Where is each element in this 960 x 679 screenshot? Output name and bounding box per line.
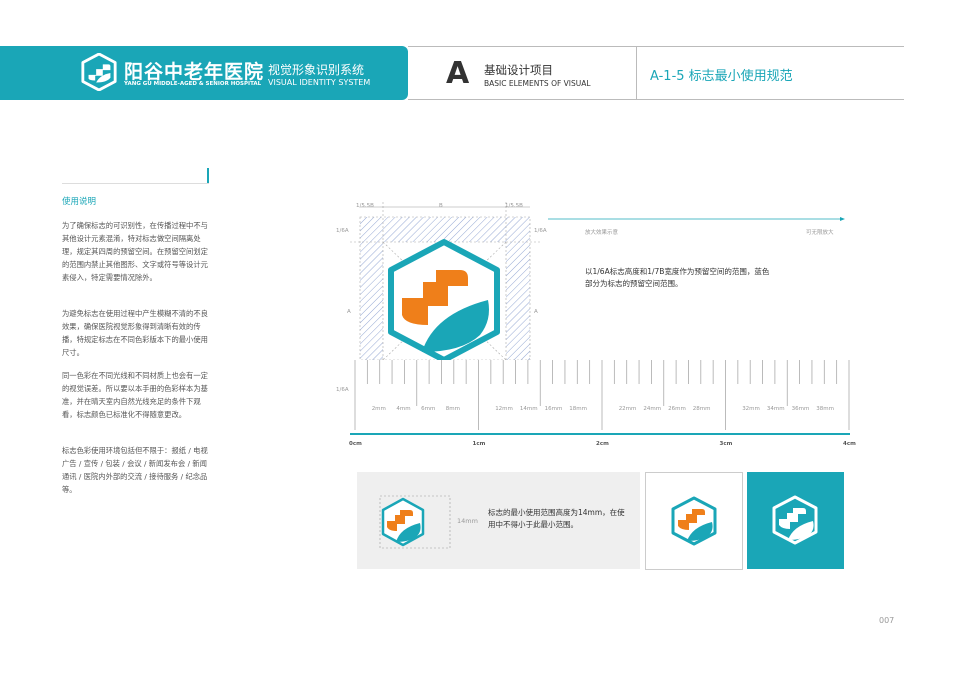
label-left-mid: A: [347, 309, 351, 315]
clearspace-note: 以1/6A标志高度和1/7B宽度作为预留空间的范围，蓝色部分为标志的预留空间范围…: [585, 267, 770, 288]
zoom-label-left: 放大效果示意: [585, 230, 619, 236]
usage-paragraph-4: 标志色彩使用环境包括但不限于：报纸 / 电视广告 / 宣传 / 包装 / 会议 …: [62, 446, 208, 494]
zoom-label-right: 可无限放大: [806, 230, 834, 236]
header-bottom-rule: [408, 99, 904, 100]
minsize-logo-icon: [379, 495, 451, 549]
minsize-note: 标志的最小使用范围高度为14mm，在使用中不得小于此最小范围。: [488, 508, 625, 529]
label-top-right: 1/5.5B: [505, 203, 523, 209]
header-top-rule: [408, 46, 904, 47]
column-rule: [62, 183, 209, 184]
usage-paragraph-1: 为了确保标志的可识别性，在传播过程中不与其他设计元素混淆，特对标志做空间隔离处理…: [62, 221, 208, 282]
vi-system-cn: 视觉形象识别系统: [268, 63, 365, 77]
ruler-mm-label: 28mm: [692, 406, 711, 412]
section-letter: A: [446, 56, 470, 91]
ruler-mm-label: 36mm: [791, 406, 810, 412]
logo-white-version: [645, 472, 743, 570]
ruler-mm-label: 2mm: [371, 406, 386, 412]
logo-reverse-icon: [772, 495, 818, 545]
column-accent-mark: [207, 168, 209, 183]
ruler-mm-label: 34mm: [766, 406, 785, 412]
ruler-mm-label: 16mm: [544, 406, 563, 412]
hospital-name-cn: 阳谷中老年医院: [124, 61, 265, 83]
logo-color-icon: [671, 496, 717, 546]
section-title-en: BASIC ELEMENTS OF VISUAL: [484, 79, 591, 88]
ruler-mm-label: 14mm: [519, 406, 538, 412]
ruler-mm-label: 38mm: [816, 406, 835, 412]
label-right-mid: A: [534, 309, 538, 315]
logo-teal-version: [747, 472, 844, 569]
label-right-top: 1/6A: [534, 228, 547, 234]
ruler-mm-label: 4mm: [396, 406, 411, 412]
ruler-mm-label: 22mm: [618, 406, 637, 412]
usage-title: 使用说明: [62, 197, 97, 207]
ruler-mm-label: 24mm: [643, 406, 662, 412]
usage-paragraph-2: 为避免标志在使用过程中产生模糊不清的不良效果，确保医院视觉形象得到清晰有效的传播…: [62, 309, 208, 357]
ruler-mm-label: 18mm: [569, 406, 588, 412]
ruler-cm-label: 2cm: [596, 441, 609, 447]
usage-paragraph-3: 同一色彩在不同光线和不同材质上也会有一定的视觉误差。所以要以本手册的色彩样本为基…: [62, 371, 208, 419]
ruler-mm-label: 26mm: [668, 406, 686, 412]
label-left-top: 1/6A: [336, 228, 349, 234]
minsize-height-label: 14mm: [457, 517, 478, 525]
ruler-mm-label: 32mm: [742, 406, 760, 412]
vi-system-en: VISUAL IDENTITY SYSTEM: [268, 78, 371, 87]
hospital-logo-icon: [81, 53, 117, 91]
hospital-name-en: YANG GU MIDDLE-AGED & SENIOR HOSPITAL: [124, 81, 262, 87]
label-top-left: 1/5.5B: [356, 203, 374, 209]
header-divider: [636, 46, 637, 100]
ruler-mm-label: 6mm: [421, 406, 436, 412]
page-code: A-1-5 标志最小使用规范: [650, 69, 793, 84]
section-title-cn: 基础设计项目: [484, 63, 553, 77]
ruler-mm-label: 12mm: [495, 406, 513, 412]
ruler-cm-label: 4cm: [843, 441, 856, 447]
ruler-cm-label: 1cm: [472, 441, 486, 447]
label-top-mid: B: [439, 203, 443, 209]
ruler-cm-label: 3cm: [719, 441, 733, 447]
page-number: 007: [879, 616, 895, 625]
label-left-bottom: 1/6A: [336, 387, 349, 393]
ruler-mm-label: 8mm: [445, 406, 461, 412]
ruler-cm-label: 0cm: [349, 441, 362, 447]
